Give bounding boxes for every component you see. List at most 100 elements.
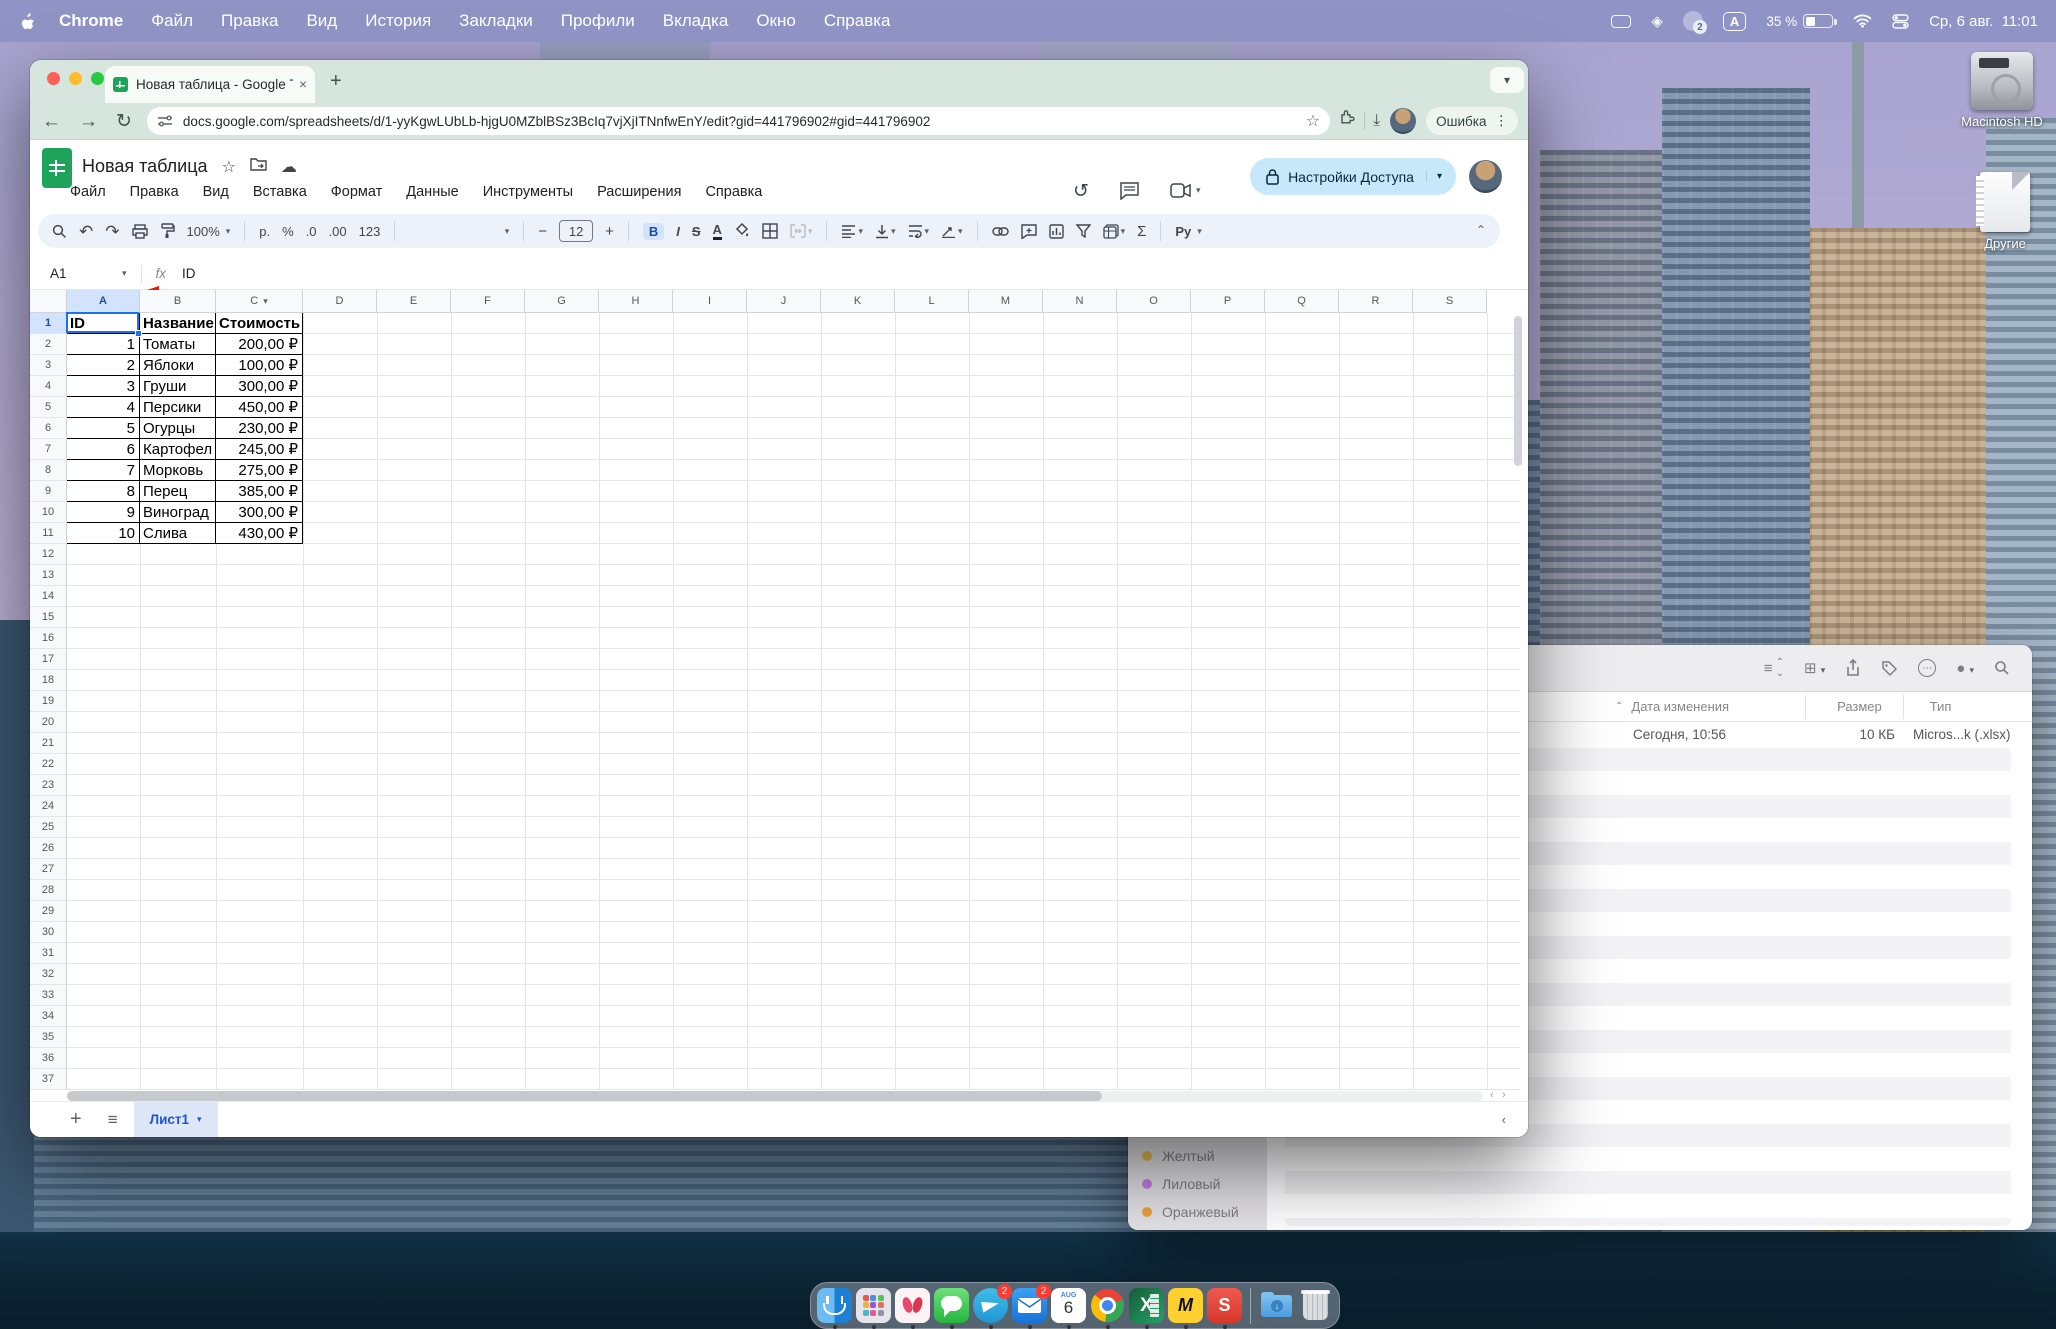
doc-title[interactable]: Новая таблица xyxy=(82,156,208,177)
column-header-O[interactable]: O xyxy=(1117,290,1191,313)
row-header-28[interactable]: 28 xyxy=(30,880,67,901)
dock-launchpad-icon[interactable] xyxy=(856,1288,891,1329)
row-header-23[interactable]: 23 xyxy=(30,775,67,796)
stage-manager-icon[interactable]: ◈ xyxy=(1651,12,1663,30)
cell-B4[interactable]: Груши xyxy=(140,376,216,397)
video-call-icon[interactable]: ▾ xyxy=(1170,183,1201,198)
address-bar[interactable]: docs.google.com/spreadsheets/d/1-yyKgwLU… xyxy=(146,107,1331,135)
wifi-icon[interactable] xyxy=(1853,14,1872,28)
minimize-window-button[interactable] xyxy=(69,72,82,85)
column-header-Q[interactable]: Q xyxy=(1265,290,1339,313)
cell-B1[interactable]: Название xyxy=(140,313,216,334)
add-sheet-icon[interactable]: + xyxy=(70,1108,82,1131)
list-view-icon[interactable]: ≡ ⌃ ⌄ xyxy=(1764,657,1784,679)
cell-A8[interactable]: 7 xyxy=(67,460,140,481)
increase-font-button[interactable]: + xyxy=(605,224,614,239)
keyboard-layout-icon[interactable]: A xyxy=(1722,11,1747,31)
search-icon[interactable] xyxy=(1994,660,2010,676)
tag-icon[interactable] xyxy=(1881,660,1898,677)
pivot-table-icon[interactable]: ▾ xyxy=(1102,223,1125,239)
collapse-panel-icon[interactable]: ‹ xyxy=(1502,1112,1506,1127)
cell-C11[interactable]: 430,00 ₽ xyxy=(216,523,303,544)
column-header-F[interactable]: F xyxy=(451,290,525,313)
updates-badge-icon[interactable]: 2 xyxy=(1682,11,1707,34)
scrollbar-thumb[interactable] xyxy=(67,1091,1102,1101)
cell-A6[interactable]: 5 xyxy=(67,418,140,439)
row-header-30[interactable]: 30 xyxy=(30,922,67,943)
horizontal-align-icon[interactable]: ▾ xyxy=(841,224,863,238)
cell-C6[interactable]: 230,00 ₽ xyxy=(216,418,303,439)
browser-avatar[interactable] xyxy=(1390,108,1417,134)
input-tools-button[interactable]: Ру ▾ xyxy=(1175,225,1201,238)
cell-C9[interactable]: 385,00 ₽ xyxy=(216,481,303,502)
text-rotation-icon[interactable]: ▾ xyxy=(941,224,963,238)
desktop-icon-macintosh-hd[interactable]: Macintosh HD xyxy=(1957,52,2047,129)
menu-item-4[interactable]: История xyxy=(365,11,431,31)
row-header-2[interactable]: 2 xyxy=(30,334,67,355)
insert-link-icon[interactable] xyxy=(991,226,1009,236)
sheets-menu-4[interactable]: Формат xyxy=(331,184,383,200)
cell-C2[interactable]: 200,00 ₽ xyxy=(216,334,303,355)
comment-icon[interactable] xyxy=(1120,182,1139,205)
new-tab-button[interactable]: + xyxy=(330,70,342,93)
sheets-menu-3[interactable]: Вставка xyxy=(253,184,307,200)
group-by-icon[interactable]: ⊞ ▾ xyxy=(1804,659,1825,677)
menu-item-7[interactable]: Вкладка xyxy=(663,11,729,31)
cell-A10[interactable]: 9 xyxy=(67,502,140,523)
row-header-21[interactable]: 21 xyxy=(30,733,67,754)
cell-C1[interactable]: Стоимость xyxy=(216,313,303,334)
back-icon[interactable]: ← xyxy=(42,112,61,131)
extensions-icon[interactable] xyxy=(1338,109,1356,133)
spreadsheet-grid[interactable]: ‹ › A B C ▾ D E F G H I J K L M N O P Q R S 1 2 3 4 5 6 7 8 9 10 11 12 1… xyxy=(30,286,1528,1101)
bookmark-star-icon[interactable]: ☆ xyxy=(1306,111,1320,131)
row-header-29[interactable]: 29 xyxy=(30,901,67,922)
row-header-13[interactable]: 13 xyxy=(30,565,67,586)
cell-A11[interactable]: 10 xyxy=(67,523,140,544)
menu-item-2[interactable]: Правка xyxy=(221,11,278,31)
row-header-17[interactable]: 17 xyxy=(30,649,67,670)
row-header-8[interactable]: 8 xyxy=(30,460,67,481)
row-header-25[interactable]: 25 xyxy=(30,817,67,838)
bold-button[interactable]: B xyxy=(642,222,665,240)
row-header-3[interactable]: 3 xyxy=(30,355,67,376)
scroll-left-icon[interactable]: ‹ xyxy=(1490,1089,1494,1101)
dock-downloads-folder-icon[interactable]: ↓ xyxy=(1259,1288,1294,1323)
percent-format-button[interactable]: % xyxy=(282,225,294,238)
row-header-34[interactable]: 34 xyxy=(30,1006,67,1027)
sidebar-tag-1[interactable]: Лиловый xyxy=(1142,1176,1220,1192)
control-center-icon[interactable] xyxy=(1892,13,1909,29)
column-header-L[interactable]: L xyxy=(895,290,969,313)
menu-item-0[interactable]: Chrome xyxy=(59,11,123,31)
dock-miro-icon[interactable]: M xyxy=(1168,1288,1203,1329)
share-dropdown-icon[interactable]: ▾ xyxy=(1425,171,1442,182)
dock-freeform-icon[interactable] xyxy=(895,1288,930,1329)
share-button[interactable]: Настройки Доступа ▾ xyxy=(1250,158,1456,195)
history-icon[interactable]: ↺ xyxy=(1073,180,1089,203)
column-type[interactable]: Тип xyxy=(1930,699,1952,714)
insert-comment-icon[interactable] xyxy=(1020,223,1037,239)
menu-bar-clock[interactable]: Ср, 6 авг. 11:01 xyxy=(1929,13,2038,30)
font-select[interactable]: ▾ xyxy=(409,226,510,236)
fill-color-icon[interactable] xyxy=(734,223,750,239)
sheets-menu-2[interactable]: Вид xyxy=(203,184,229,200)
collapse-toolbar-icon[interactable]: ⌃ xyxy=(1476,223,1486,237)
sheets-menu-1[interactable]: Правка xyxy=(130,184,179,200)
row-header-37[interactable]: 37 xyxy=(30,1069,67,1090)
column-date[interactable]: Дата изменения xyxy=(1631,699,1729,714)
sheet-tab-list1[interactable]: Лист1 ▾ xyxy=(133,1102,218,1137)
tab-search-chevron-icon[interactable]: ▾ xyxy=(1490,67,1524,93)
download-icon[interactable]: ⤓ xyxy=(1373,112,1380,130)
row-header-4[interactable]: 4 xyxy=(30,376,67,397)
row-header-7[interactable]: 7 xyxy=(30,439,67,460)
column-header-R[interactable]: R xyxy=(1339,290,1413,313)
row-header-12[interactable]: 12 xyxy=(30,544,67,565)
forward-icon[interactable]: → xyxy=(79,112,98,131)
star-icon[interactable]: ☆ xyxy=(222,157,236,177)
row-header-15[interactable]: 15 xyxy=(30,607,67,628)
sheets-menu-5[interactable]: Данные xyxy=(406,184,458,200)
cell-A2[interactable]: 1 xyxy=(67,334,140,355)
row-header-33[interactable]: 33 xyxy=(30,985,67,1006)
row-header-16[interactable]: 16 xyxy=(30,628,67,649)
sidebar-tag-0[interactable]: Желтый xyxy=(1142,1148,1215,1164)
cloud-status-icon[interactable]: ☁ xyxy=(281,157,297,177)
